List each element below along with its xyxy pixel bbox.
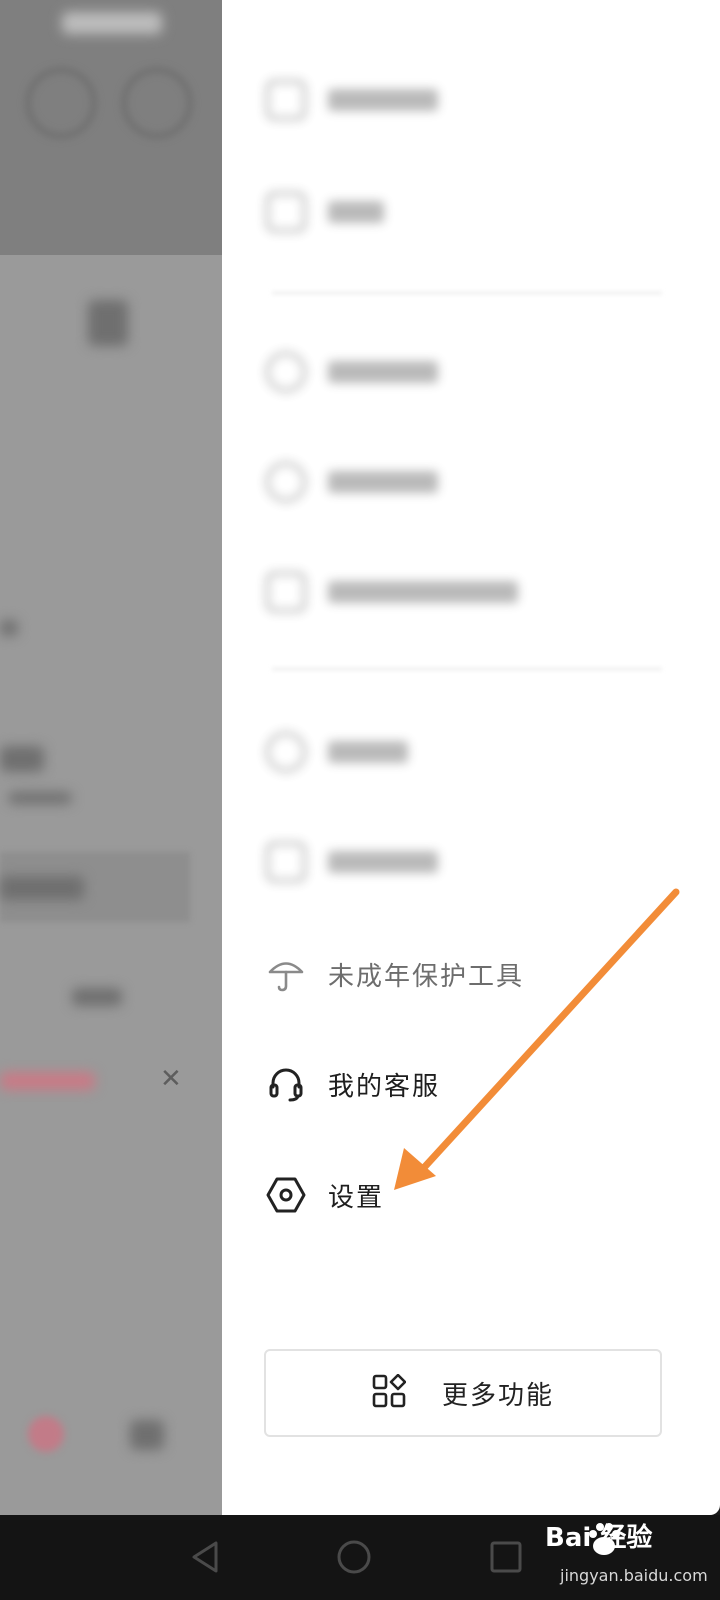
recents-square-icon[interactable] bbox=[486, 1537, 526, 1577]
more-features-button[interactable]: 更多功能 bbox=[264, 1349, 662, 1437]
background-app: ✕ bbox=[0, 0, 222, 1515]
blurred-icon bbox=[266, 192, 306, 232]
background-text bbox=[8, 792, 72, 804]
grid-apps-icon bbox=[372, 1373, 407, 1412]
drawer-item-label: 设置 bbox=[328, 1182, 385, 1213]
blurred-icon bbox=[266, 842, 306, 882]
paw-logo-icon bbox=[589, 1523, 620, 1555]
drawer-item-blurred[interactable] bbox=[266, 342, 438, 402]
headset-icon bbox=[266, 1064, 306, 1104]
back-triangle-icon[interactable] bbox=[186, 1537, 226, 1577]
blurred-label bbox=[328, 741, 408, 763]
background-notification-badge bbox=[28, 1416, 64, 1452]
drawer-item-label: 我的客服 bbox=[328, 1071, 441, 1102]
blurred-label bbox=[328, 201, 384, 223]
drawer-item-label: 未成年保护工具 bbox=[328, 961, 525, 992]
more-features-label: 更多功能 bbox=[441, 1380, 554, 1411]
drawer-item-blurred[interactable] bbox=[266, 70, 438, 130]
blurred-label bbox=[328, 581, 518, 603]
home-circle-icon[interactable] bbox=[334, 1537, 374, 1577]
background-header bbox=[0, 0, 222, 255]
drawer-item-settings[interactable]: 设置 bbox=[266, 1165, 384, 1225]
blurred-icon bbox=[266, 80, 306, 120]
background-tab-icon bbox=[130, 1420, 164, 1450]
divider bbox=[272, 668, 662, 670]
background-text bbox=[0, 746, 44, 772]
watermark-url: jingyan.baidu.com bbox=[560, 1566, 708, 1585]
background-text bbox=[72, 988, 122, 1006]
drawer-item-blurred[interactable] bbox=[266, 722, 408, 782]
drawer-item-blurred[interactable] bbox=[266, 452, 438, 512]
background-icon bbox=[88, 300, 128, 346]
settings-hexagon-icon bbox=[266, 1175, 306, 1215]
background-red-text bbox=[0, 1072, 95, 1090]
drawer-item-customer-service[interactable]: 我的客服 bbox=[266, 1054, 440, 1114]
blurred-icon bbox=[266, 352, 306, 392]
side-drawer: 未成年保护工具 我的客服 设置 更多功能 bbox=[222, 0, 720, 1515]
background-text bbox=[0, 876, 84, 900]
background-text bbox=[0, 620, 18, 636]
status-bar-icons bbox=[62, 12, 162, 34]
blurred-label bbox=[328, 851, 438, 873]
blurred-icon bbox=[266, 462, 306, 502]
background-circle-icon bbox=[26, 68, 96, 138]
blurred-label bbox=[328, 471, 438, 493]
blurred-icon bbox=[266, 572, 306, 612]
blurred-icon bbox=[266, 732, 306, 772]
drawer-item-minor-protection[interactable]: 未成年保护工具 bbox=[266, 944, 524, 1004]
background-close-icon: ✕ bbox=[160, 1064, 182, 1094]
divider bbox=[272, 292, 662, 294]
umbrella-icon bbox=[266, 954, 306, 994]
blurred-label bbox=[328, 89, 438, 111]
drawer-item-blurred[interactable] bbox=[266, 562, 518, 622]
drawer-item-blurred[interactable] bbox=[266, 832, 438, 892]
blurred-label bbox=[328, 361, 438, 383]
drawer-item-blurred[interactable] bbox=[266, 182, 384, 242]
background-circle-icon bbox=[122, 68, 192, 138]
